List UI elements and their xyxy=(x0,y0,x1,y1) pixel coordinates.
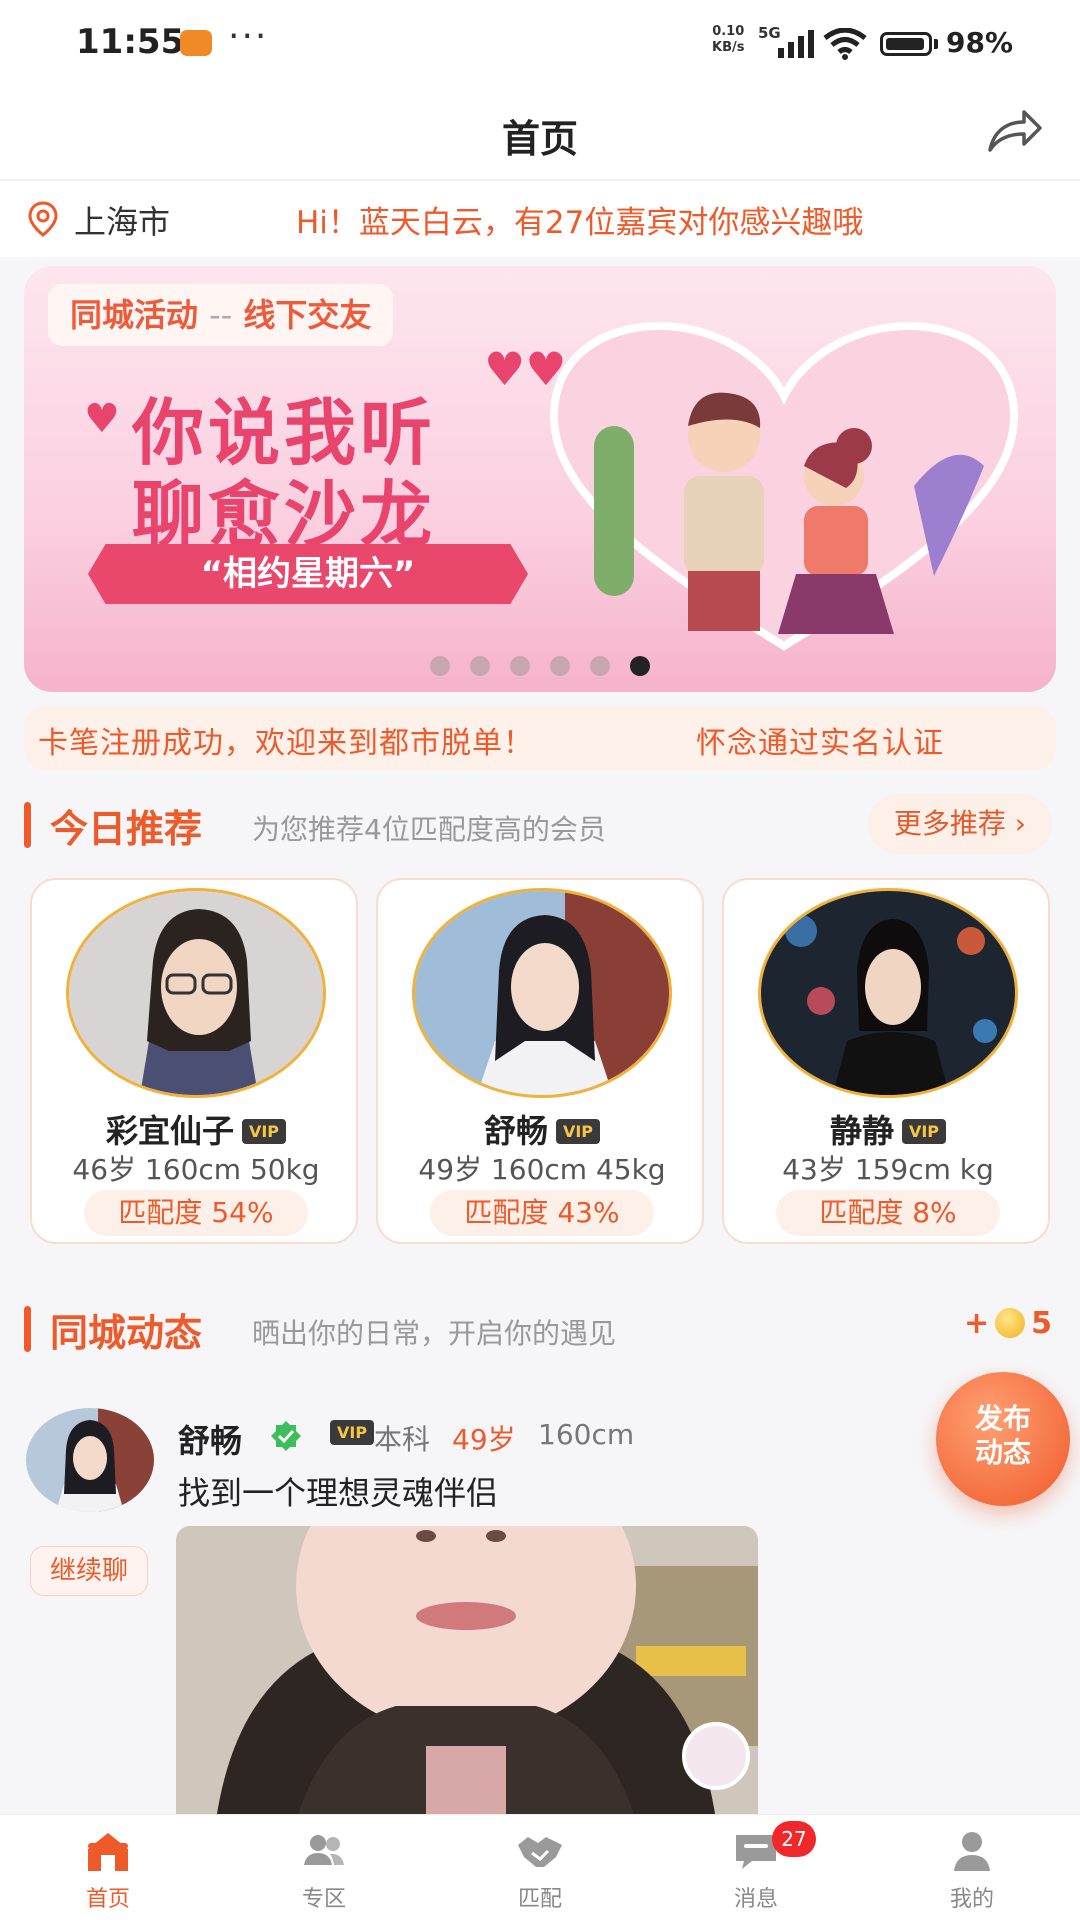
recommend-cards: 彩宜仙子 VIP 46岁 160cm 50kg 匹配度 54% 舒畅 VIP 49岁… xyxy=(30,878,1050,1246)
post-age: 49岁 xyxy=(452,1423,516,1456)
heart-icon: ♥ xyxy=(84,396,120,442)
activity-ticker: 卡笔注册成功，欢迎来到都市脱单！ 怀念通过实名认证 xyxy=(24,706,1056,770)
app-notification-icon xyxy=(180,30,212,56)
recommend-section-header: 今日推荐 为您推荐4位匹配度高的会员 更多推荐 › xyxy=(0,790,1080,860)
post-text: 找到一个理想灵魂伴侣 xyxy=(178,1474,499,1512)
coin-icon xyxy=(995,1308,1026,1338)
banner-tag: 同城活动 -- 线下交友 xyxy=(48,284,394,346)
net-speed: 0.10 KB/s xyxy=(712,24,744,56)
vip-badge: VIP xyxy=(330,1420,375,1445)
greeting-text: Hi！蓝天白云，有27位嘉宾对你感兴趣哦 xyxy=(296,205,864,241)
member-info: 46岁 160cm 50kg xyxy=(72,1153,320,1186)
banner-tag-left: 同城活动 xyxy=(70,296,199,334)
post-author-name: 舒畅 xyxy=(178,1422,243,1460)
net-speed-unit: KB/s xyxy=(712,40,745,55)
avatar xyxy=(758,888,1018,1098)
tab-label: 我的 xyxy=(949,1887,994,1912)
handshake-icon xyxy=(518,1837,562,1867)
member-info: 43岁 159cm kg xyxy=(782,1153,994,1186)
member-card[interactable]: 舒畅 VIP 49岁 160cm 45kg 匹配度 43% xyxy=(376,878,704,1244)
ticker-message-2: 怀念通过实名认证 xyxy=(696,726,944,761)
tab-home[interactable]: 首页 xyxy=(0,1815,216,1920)
location-bar: 上海市 Hi！蓝天白云，有27位嘉宾对你感兴趣哦 xyxy=(0,181,1080,257)
tab-match[interactable]: 匹配 xyxy=(432,1815,648,1920)
ticker-message-1: 卡笔注册成功，欢迎来到都市脱单！ xyxy=(38,726,534,761)
tab-messages[interactable]: 27 消息 xyxy=(648,1815,864,1920)
member-name: 彩宜仙子 VIP xyxy=(32,1106,360,1152)
bottom-tab-bar: 首页 专区 匹配 27 消息 我的 xyxy=(0,1814,1080,1920)
tab-profile[interactable]: 我的 xyxy=(864,1815,1080,1920)
unread-badge: 27 xyxy=(772,1821,816,1857)
banner-tag-right: 线下交友 xyxy=(243,296,372,334)
group-icon xyxy=(304,1835,344,1865)
pagination-dot-active[interactable] xyxy=(630,656,650,676)
recommend-subtitle: 为您推荐4位匹配度高的会员 xyxy=(252,813,606,846)
tab-label: 首页 xyxy=(85,1887,130,1912)
member-card[interactable]: 彩宜仙子 VIP 46岁 160cm 50kg 匹配度 54% xyxy=(30,878,358,1244)
post-photo[interactable] xyxy=(176,1526,758,1820)
member-name: 舒畅 VIP xyxy=(378,1106,706,1152)
status-time: 11:55 xyxy=(76,22,185,62)
pagination-dot[interactable] xyxy=(510,656,530,676)
member-info: 49岁 160cm 45kg xyxy=(418,1153,666,1186)
match-score: 匹配度 8% xyxy=(776,1190,1000,1236)
avatar xyxy=(66,888,326,1098)
match-score: 匹配度 54% xyxy=(84,1190,308,1236)
location-city[interactable]: 上海市 xyxy=(74,197,170,243)
publish-moment-button[interactable]: 发布 动态 xyxy=(936,1372,1070,1506)
wifi-icon xyxy=(823,28,867,60)
status-bar: 11:55 ··· 0.10 KB/s 5G 98% xyxy=(0,0,1080,88)
tab-label: 匹配 xyxy=(517,1887,562,1912)
signal-icon xyxy=(778,30,814,58)
location-pin-icon xyxy=(28,201,58,237)
pagination-dot[interactable] xyxy=(590,656,610,676)
vip-badge: VIP xyxy=(241,1119,287,1144)
moments-title: 同城动态 xyxy=(50,1311,203,1355)
more-notifications-icon: ··· xyxy=(228,16,269,57)
net-speed-value: 0.10 xyxy=(712,24,745,39)
vip-badge: VIP xyxy=(555,1119,601,1144)
member-card[interactable]: 静静 VIP 43岁 159cm kg 匹配度 8% xyxy=(722,878,1050,1244)
tab-label: 专区 xyxy=(301,1887,346,1912)
profile-icon xyxy=(954,1832,990,1871)
post-education: 本科 xyxy=(374,1423,431,1456)
avatar xyxy=(412,888,672,1098)
moments-section-header: 同城动态 晒出你的日常，开启你的遇见 +5 xyxy=(0,1294,1080,1364)
page-header: 首页 xyxy=(0,88,1080,180)
verified-icon xyxy=(271,1421,301,1451)
coin-reward: +5 xyxy=(963,1306,1052,1341)
share-icon[interactable] xyxy=(984,106,1044,158)
banner-pagination xyxy=(24,656,1056,680)
battery-icon xyxy=(880,32,932,56)
pagination-dot[interactable] xyxy=(470,656,490,676)
pagination-dot[interactable] xyxy=(550,656,570,676)
banner-tag-sep: -- xyxy=(209,296,233,334)
recommend-title: 今日推荐 xyxy=(50,807,203,851)
home-icon xyxy=(88,1833,128,1871)
member-name: 静静 VIP xyxy=(724,1106,1052,1152)
moments-subtitle: 晒出你的日常，开启你的遇见 xyxy=(252,1317,617,1350)
couple-heart-illustration xyxy=(549,321,1019,651)
more-recommend-button[interactable]: 更多推荐 › xyxy=(867,794,1052,854)
battery-level: 98% xyxy=(946,26,1014,59)
post-height: 160cm xyxy=(538,1418,635,1451)
activity-banner[interactable]: 同城活动 -- 线下交友 ♥ ♥♥ 你说我听 聊愈沙龙 “相约星期六” xyxy=(24,266,1056,692)
page-title: 首页 xyxy=(501,117,578,161)
banner-ribbon: “相约星期六” xyxy=(88,544,528,604)
vip-badge: VIP xyxy=(901,1119,947,1144)
pagination-dot[interactable] xyxy=(430,656,450,676)
match-score: 匹配度 43% xyxy=(430,1190,654,1236)
post-avatar[interactable] xyxy=(26,1408,154,1512)
tab-label: 消息 xyxy=(733,1887,778,1912)
moment-post: 舒畅 VIP 本科 49岁 160cm 找到一个理想灵魂伴侣 继续聊 xyxy=(0,1390,1080,1820)
tab-zone[interactable]: 专区 xyxy=(216,1815,432,1920)
continue-chat-button[interactable]: 继续聊 xyxy=(30,1546,148,1596)
